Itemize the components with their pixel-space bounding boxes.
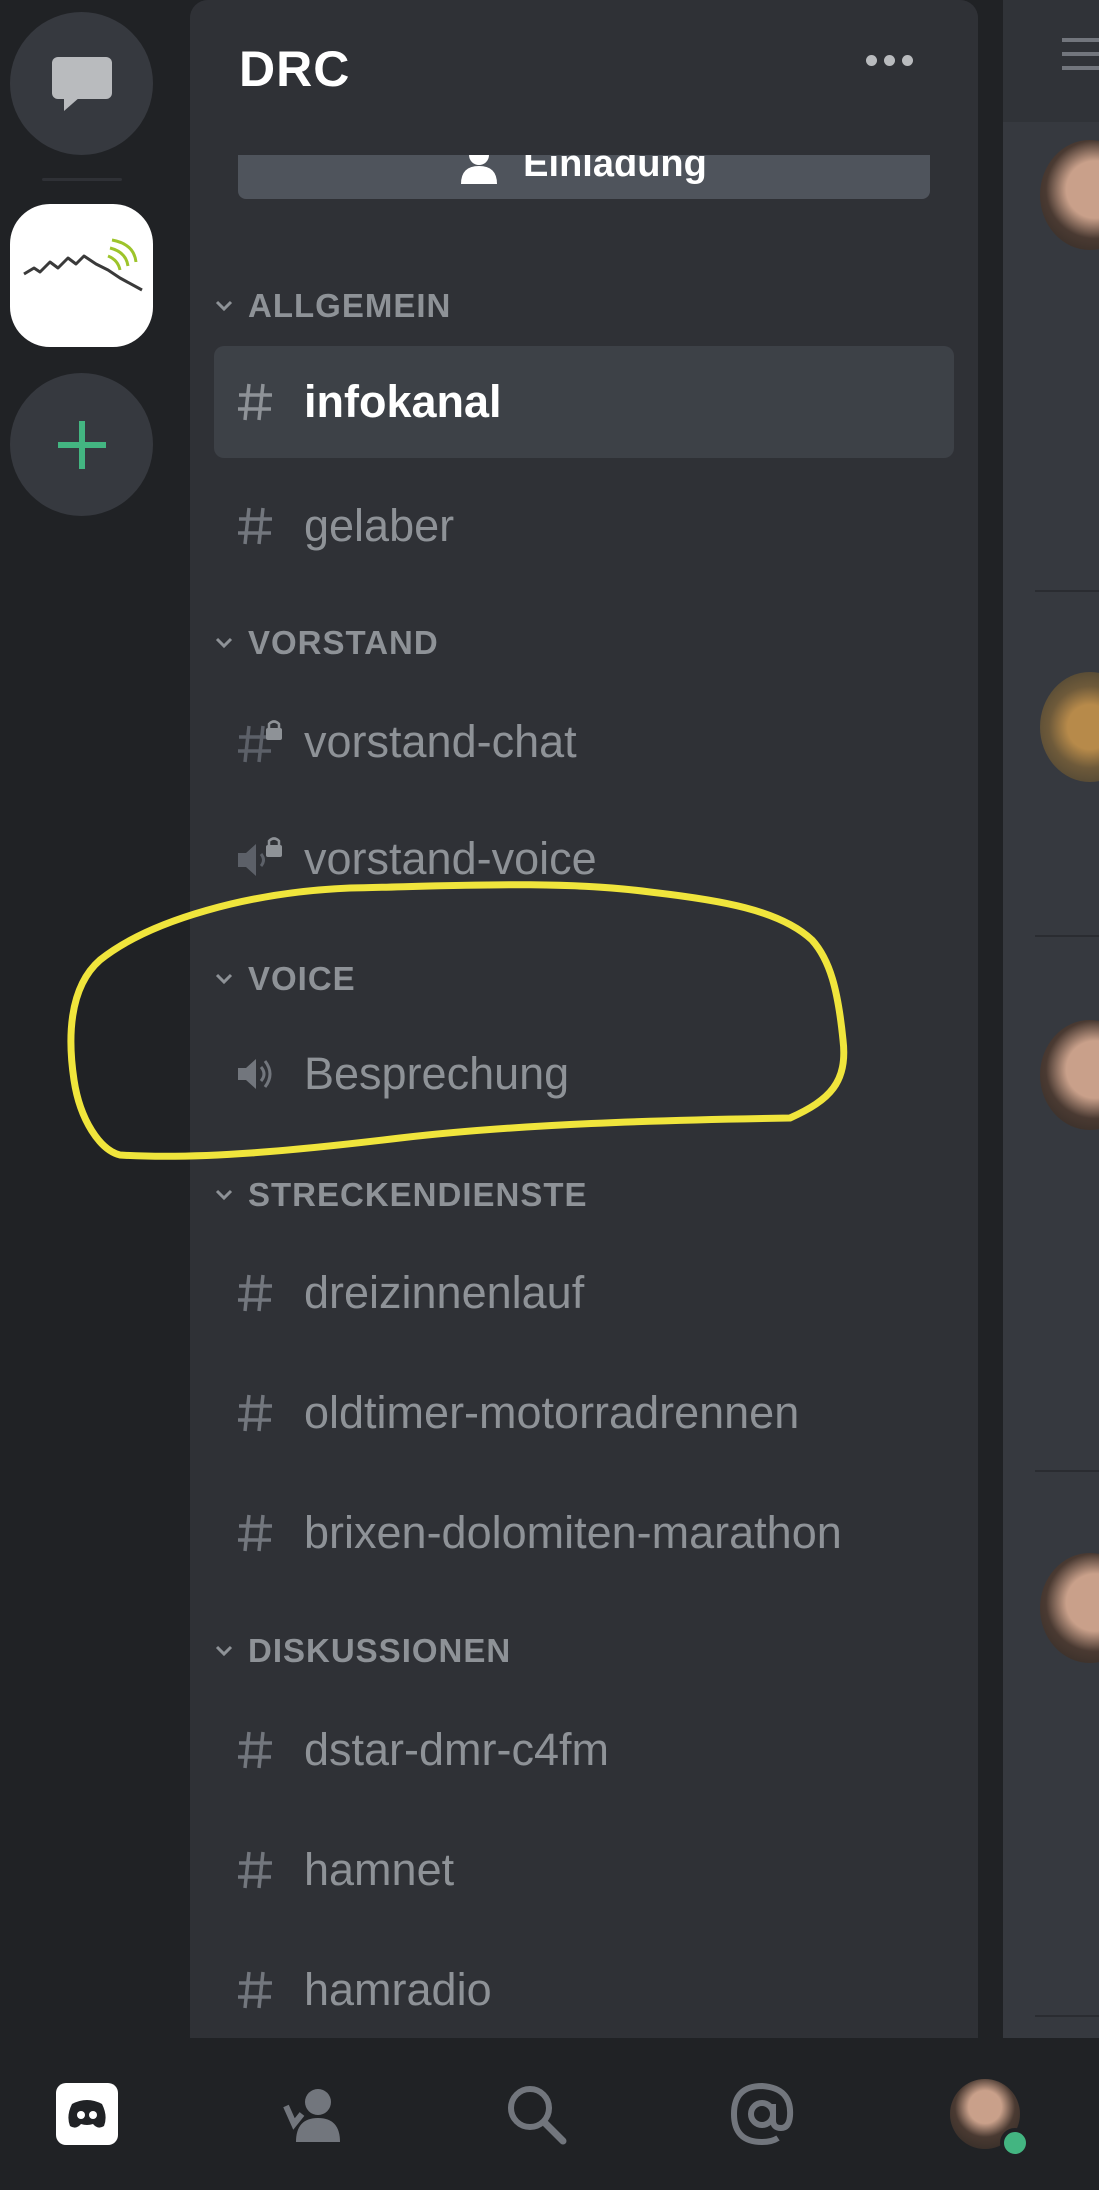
drc-server-icon[interactable] [10,204,153,347]
chevron-down-icon [204,1645,244,1657]
channel-name: hamnet [304,1844,455,1895]
category-diskussionen[interactable]: DISKUSSIONEN [204,1626,511,1676]
hash-icon [214,382,304,422]
chevron-down-icon [204,973,244,985]
search-tab[interactable] [471,2038,601,2190]
channel-vorstand-chat[interactable]: vorstand-chat [214,686,954,798]
category-allgemein[interactable]: ALLGEMEIN [204,281,451,331]
hash-icon [214,1513,304,1553]
category-label: DISKUSSIONEN [248,1632,512,1669]
invite-label: Einladung [523,155,707,185]
channel-besprechung[interactable]: Besprechung [214,1018,954,1130]
channel-name: dstar-dmr-c4fm [304,1724,610,1775]
category-streckendienste[interactable]: STRECKENDIENSTE [204,1170,588,1220]
channel-list-panel: DRC Einladung ALLGEMEIN infokanal gelabe… [190,0,978,2038]
message-divider [1035,2015,1099,2017]
channel-name: hamradio [304,1964,492,2015]
locked-hash-icon [214,720,304,764]
channel-name: Besprechung [304,1048,570,1099]
hamburger-menu-icon[interactable] [1062,34,1099,74]
channel-dstar-dmr-c4fm[interactable]: dstar-dmr-c4fm [214,1694,954,1806]
category-label: VORSTAND [248,624,439,661]
chevron-down-icon [204,300,244,312]
channel-oldtimer-motorradrennen[interactable]: oldtimer-motorradrennen [214,1357,954,1469]
server-header[interactable]: DRC [190,0,978,140]
hash-icon [214,1273,304,1313]
locked-speaker-icon [214,837,304,881]
category-label: VOICE [248,960,356,997]
plus-icon [57,420,106,469]
chat-area-peek [1003,0,1099,2038]
channel-name: oldtimer-motorradrennen [304,1387,800,1438]
bottom-navigation [0,2038,1099,2190]
channel-name: gelaber [304,500,455,551]
speaker-icon [214,1054,304,1094]
channel-brixen-dolomiten-marathon[interactable]: brixen-dolomiten-marathon [214,1477,954,1589]
server-rail [0,0,190,2038]
message-divider [1035,1470,1099,1472]
friends-tab[interactable] [248,2038,378,2190]
channel-dreizinnenlauf[interactable]: dreizinnenlauf [214,1237,954,1349]
category-label: ALLGEMEIN [248,287,452,324]
channel-hamradio[interactable]: hamradio [214,1934,954,2038]
discord-logo-icon [56,2083,118,2145]
invite-button[interactable]: Einladung [238,155,930,199]
message-divider [1035,590,1099,592]
server-name: DRC [239,41,351,97]
home-tab[interactable] [22,2038,152,2190]
chat-bubble-icon [51,56,112,111]
rail-separator [42,178,122,181]
person-icon [461,155,498,184]
search-icon [508,2086,567,2145]
direct-messages-button[interactable] [10,12,153,155]
channel-name: brixen-dolomiten-marathon [304,1507,842,1558]
friends-icon [283,2089,340,2142]
message-divider [1035,935,1099,937]
channel-name: dreizinnenlauf [304,1267,585,1318]
online-status-icon [1000,2128,1030,2158]
channel-gelaber[interactable]: gelaber [214,470,954,582]
channel-infokanal[interactable]: infokanal [214,346,954,458]
mountain-logo-icon [23,238,143,292]
chevron-down-icon [204,1189,244,1201]
channel-vorstand-voice[interactable]: vorstand-voice [214,803,954,915]
channel-name: vorstand-voice [304,833,597,884]
category-voice[interactable]: VOICE [204,954,356,1004]
category-label: STRECKENDIENSTE [248,1176,588,1213]
hash-icon [214,1850,304,1890]
more-options-icon[interactable] [866,55,913,66]
channel-hamnet[interactable]: hamnet [214,1814,954,1926]
category-vorstand[interactable]: VORSTAND [204,618,439,668]
at-mention-icon [730,2082,794,2146]
channel-name: infokanal [304,376,502,427]
chevron-down-icon [204,637,244,649]
hash-icon [214,506,304,546]
hash-icon [214,1730,304,1770]
add-server-button[interactable] [10,373,153,516]
hash-icon [214,1393,304,1433]
hash-icon [214,1970,304,2010]
profile-tab[interactable] [920,2038,1050,2190]
mentions-tab[interactable] [697,2038,827,2190]
channel-name: vorstand-chat [304,716,577,767]
